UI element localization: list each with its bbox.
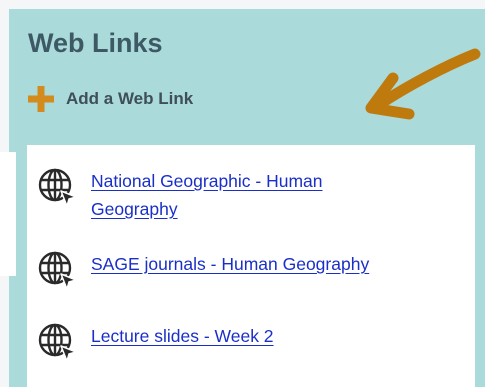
add-web-link-button[interactable]: Add a Web Link xyxy=(28,84,193,114)
link-lecture-slides[interactable]: Lecture slides - Week 2 xyxy=(91,322,274,362)
add-web-link-label: Add a Web Link xyxy=(66,89,194,108)
arrow-icon xyxy=(365,48,481,120)
list-item[interactable]: National Geographic - Human Geography xyxy=(37,167,381,223)
left-strip xyxy=(0,152,16,276)
globe-cursor-icon xyxy=(38,251,77,290)
list-item[interactable]: SAGE journals - Human Geography xyxy=(37,250,369,290)
plus-icon xyxy=(28,86,54,112)
link-national-geographic[interactable]: National Geographic - Human Geography xyxy=(91,167,381,223)
list-item[interactable]: Lecture slides - Week 2 xyxy=(37,322,274,362)
globe-cursor-icon xyxy=(38,323,77,362)
globe-cursor-icon xyxy=(38,168,77,207)
panel-title: Web Links xyxy=(28,28,163,58)
web-links-list: National Geographic - Human Geography SA… xyxy=(27,145,475,387)
link-sage-journals[interactable]: SAGE journals - Human Geography xyxy=(91,250,369,290)
